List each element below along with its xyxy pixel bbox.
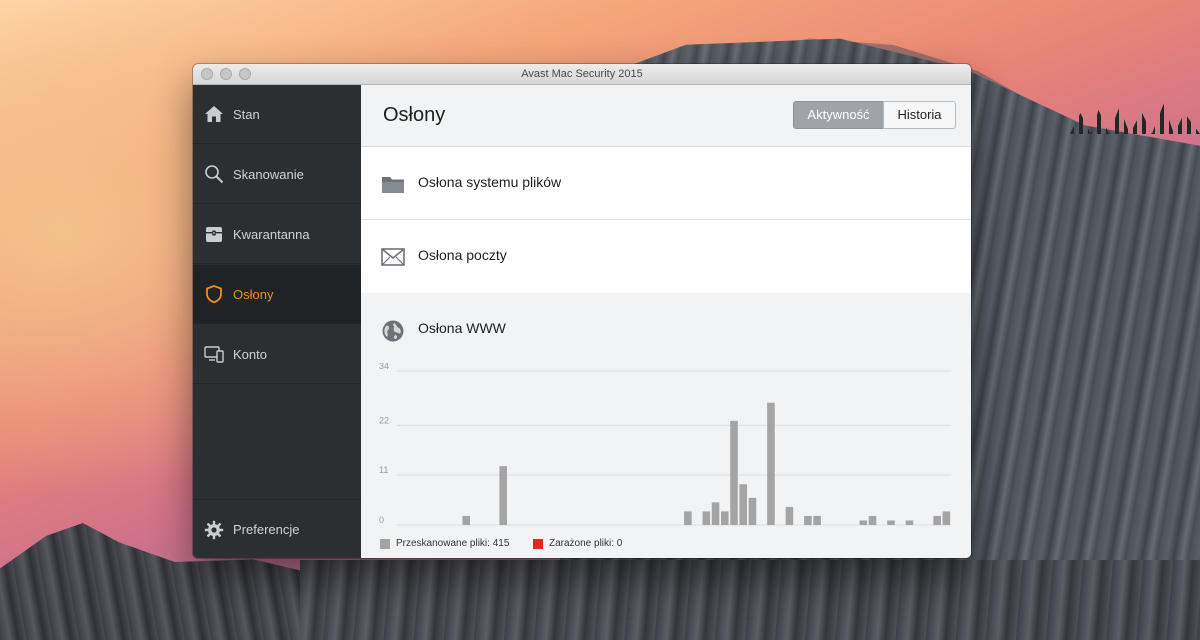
tab-aktywnosc[interactable]: Aktywność <box>793 101 884 129</box>
sidebar-item-oslony[interactable]: Osłony <box>193 265 361 324</box>
sidebar: Stan Skanowanie Kwarantanna Osłony Konto <box>193 85 361 558</box>
chart-bar <box>804 515 812 525</box>
foreground-rocks-bottom <box>300 560 1200 640</box>
chart-y-tick-label: 22 <box>379 415 389 425</box>
chart-y-tick-label: 11 <box>379 465 388 475</box>
home-icon <box>203 103 225 125</box>
chart-bar <box>684 511 692 525</box>
legend-scanned-files: Przeskanowane pliki: 415 <box>396 538 510 549</box>
main-panel: Osłony Aktywność Historia Osłona systemu… <box>361 85 971 558</box>
close-window-button[interactable] <box>201 68 213 80</box>
activity-chart: 34 22 11 0 <box>379 363 951 526</box>
tab-historia[interactable]: Historia <box>883 101 956 129</box>
sidebar-item-label: Kwarantanna <box>233 226 310 242</box>
shield-label: Osłona systemu plików <box>418 174 562 190</box>
sidebar-item-skanowanie[interactable]: Skanowanie <box>193 145 361 204</box>
chart-bar <box>499 466 507 525</box>
page-title: Osłony <box>383 104 446 126</box>
shield-label: Osłona poczty <box>418 247 507 263</box>
sidebar-item-konto[interactable]: Konto <box>193 325 361 384</box>
chart-bar <box>813 515 821 525</box>
legend-swatch-infected <box>533 539 543 549</box>
shield-label: Osłona WWW <box>418 320 506 336</box>
sidebar-item-stan[interactable]: Stan <box>193 85 361 144</box>
chart-y-tick-label: 34 <box>379 363 389 371</box>
shield-row-www[interactable]: Osłona WWW 34 22 11 0 Przeskanowane pliki: … <box>361 293 971 558</box>
title-bar[interactable]: Avast Mac Security 2015 <box>193 64 971 85</box>
shield-row-file-system[interactable]: Osłona systemu plików <box>361 147 971 220</box>
window-title: Avast Mac Security 2015 <box>521 68 643 80</box>
sidebar-item-preferencje[interactable]: Preferencje <box>193 500 361 558</box>
chart-bar <box>868 515 877 525</box>
chart-y-tick-label: 0 <box>379 515 384 525</box>
sidebar-item-label: Skanowanie <box>233 166 304 182</box>
devices-icon <box>203 343 225 365</box>
search-icon <box>203 163 225 185</box>
shield-row-mail[interactable]: Osłona poczty <box>361 220 971 294</box>
chart-bar <box>739 484 748 525</box>
app-window: Avast Mac Security 2015 Stan Skanowanie … <box>193 64 971 558</box>
chart-bar <box>887 520 895 525</box>
legend-swatch-scanned <box>380 539 390 549</box>
page-header: Osłony Aktywność Historia <box>361 85 971 147</box>
chart-bar <box>711 502 720 525</box>
sidebar-item-kwarantanna[interactable]: Kwarantanna <box>193 205 361 264</box>
minimize-window-button[interactable] <box>220 68 232 80</box>
chart-bar <box>720 511 729 525</box>
shield-icon <box>203 283 225 305</box>
sidebar-item-label: Stan <box>233 106 260 122</box>
sidebar-item-label: Konto <box>233 346 267 362</box>
folder-icon <box>381 174 407 196</box>
chart-bar <box>905 520 914 525</box>
chart-bar <box>462 515 471 525</box>
globe-icon <box>381 319 405 343</box>
chart-bar <box>933 515 941 525</box>
envelope-icon <box>381 248 407 270</box>
quarantine-chest-icon <box>203 223 225 245</box>
chart-bar <box>785 506 794 525</box>
gear-icon <box>203 519 225 541</box>
chart-bar <box>942 511 951 525</box>
legend-infected-files: Zarażone pliki: 0 <box>549 538 623 549</box>
sidebar-item-label: Osłony <box>233 286 274 302</box>
chart-bar <box>748 497 757 525</box>
chart-bar <box>730 420 738 525</box>
chart-bar <box>767 402 775 525</box>
chart-bar <box>702 511 711 525</box>
sidebar-item-label: Preferencje <box>233 522 300 537</box>
zoom-window-button[interactable] <box>239 68 251 80</box>
chart-bar <box>859 520 868 525</box>
